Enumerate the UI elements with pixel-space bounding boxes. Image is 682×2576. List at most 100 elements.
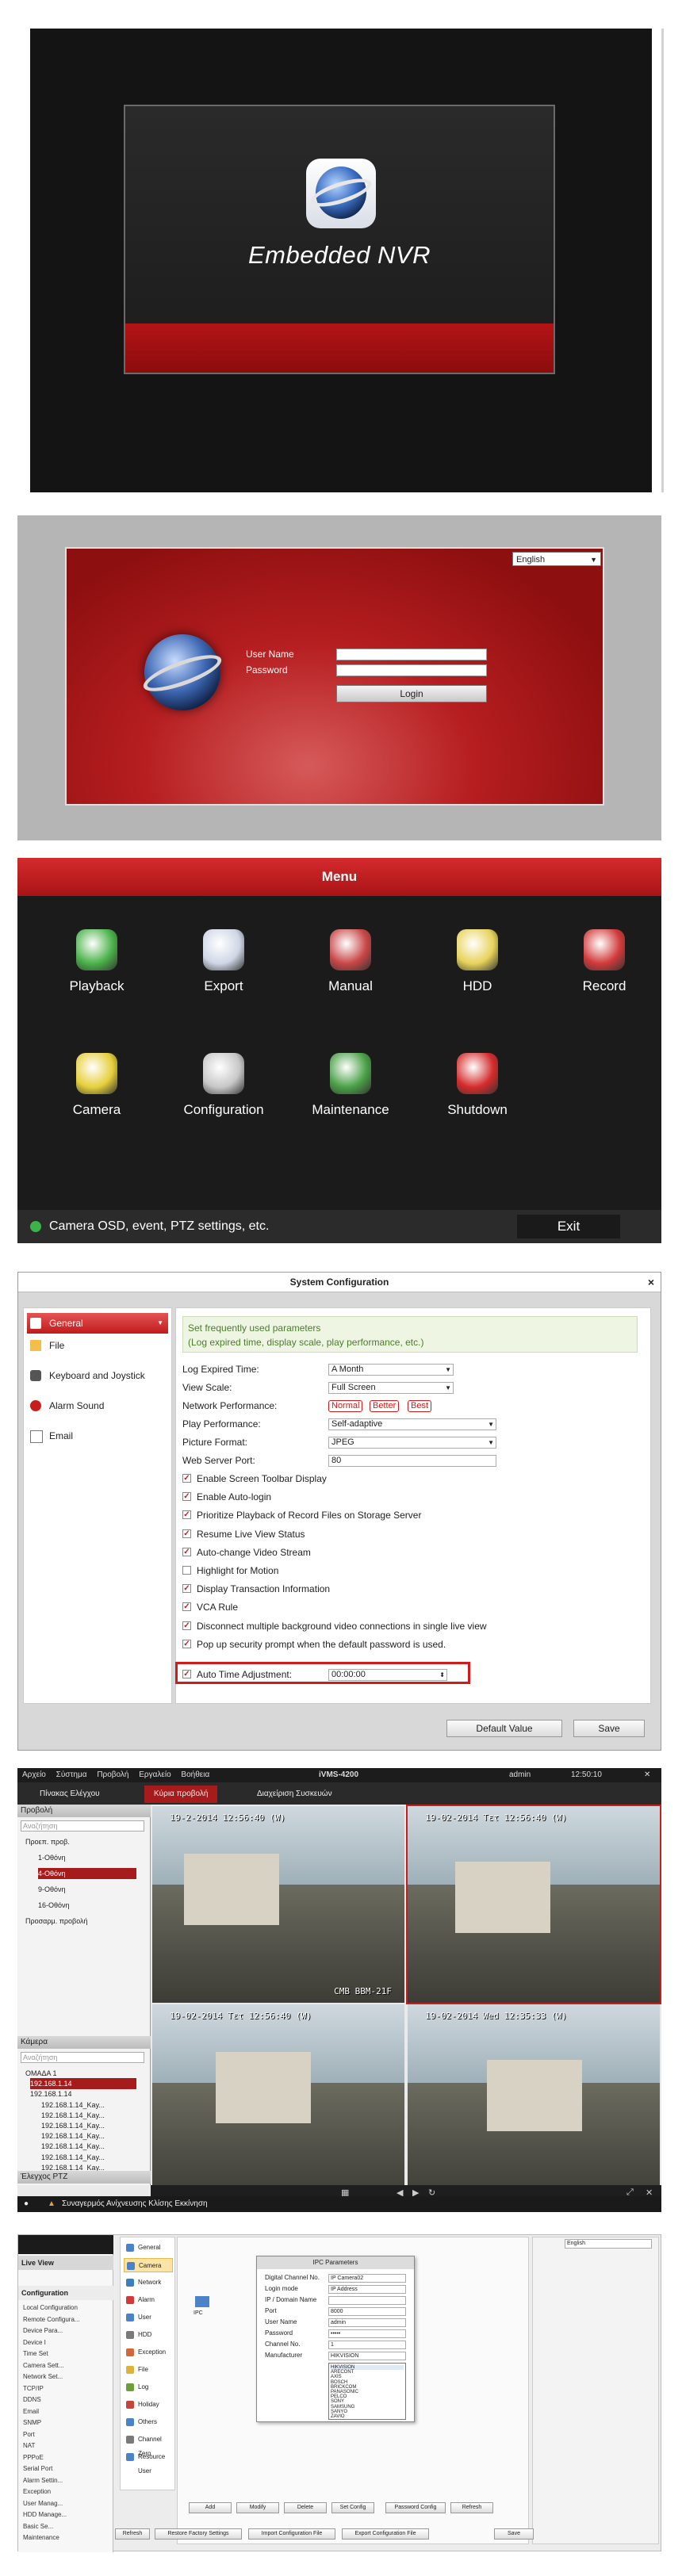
sidebar-item[interactable]: NAT bbox=[23, 2441, 35, 2450]
video-tile[interactable]: 19-02-2014 Τετ 12:56:40 (W) bbox=[406, 1805, 661, 2004]
config-action-button[interactable]: Delete bbox=[284, 2502, 327, 2513]
manufacturer-option[interactable]: BOSCH bbox=[331, 2380, 347, 2385]
config-action-button[interactable]: Modify bbox=[236, 2502, 279, 2513]
menu-item-hdd[interactable]: HDD bbox=[422, 929, 533, 1016]
manufacturer-option[interactable]: ZAVIO bbox=[331, 2414, 345, 2419]
footer-button[interactable]: Refresh bbox=[115, 2528, 150, 2540]
language-select[interactable]: English bbox=[565, 2239, 652, 2249]
sidebar-item[interactable]: Remote Configura... bbox=[23, 2315, 80, 2324]
manufacturer-option[interactable]: PANASONIC bbox=[331, 2390, 358, 2394]
menu-help[interactable]: Βοήθεια bbox=[181, 1770, 209, 1779]
camera-search-input[interactable]: Αναζήτηση bbox=[21, 2052, 144, 2063]
sidebar-item[interactable]: PPPoE bbox=[23, 2453, 44, 2462]
camera-tree-item[interactable]: 192.168.1.14_Kay... bbox=[41, 2152, 136, 2163]
network-option-normal[interactable]: Normal bbox=[328, 1400, 363, 1412]
dialog-nav-item[interactable]: File bbox=[124, 2363, 173, 2377]
menu-item-maintenance[interactable]: Maintenance bbox=[295, 1053, 406, 1140]
sidebar-item[interactable]: Serial Port bbox=[23, 2464, 52, 2473]
exit-button[interactable]: Exit bbox=[517, 1215, 620, 1238]
menu-item-playback[interactable]: Playback bbox=[41, 929, 152, 1016]
footer-button[interactable]: Export Configuration File bbox=[342, 2528, 429, 2540]
config-action-button[interactable]: Set Config bbox=[331, 2502, 374, 2513]
modal-field-input[interactable]: IP Camera02 bbox=[328, 2274, 406, 2283]
sidebar-item[interactable]: SNMP bbox=[23, 2418, 41, 2427]
view-tree-item[interactable]: 4-Οθόνη bbox=[38, 1868, 136, 1879]
modal-field-input[interactable]: 8000 bbox=[328, 2307, 406, 2316]
tab-main-view[interactable]: Κύρια προβολή bbox=[144, 1786, 218, 1803]
sidebar-item[interactable]: Device I bbox=[23, 2338, 46, 2347]
live-view-header[interactable]: Live View bbox=[18, 2256, 113, 2270]
close-icon[interactable]: ✕ bbox=[644, 1768, 650, 1782]
video-tile[interactable]: 19-2-2014 12:56:40 (W) CMB BBM-21F bbox=[152, 1806, 404, 2003]
menu-item-manual[interactable]: Manual bbox=[295, 929, 406, 1016]
camera-tree-item[interactable]: 192.168.1.14_Kay... bbox=[41, 2130, 136, 2142]
view-search-input[interactable]: Αναζήτηση bbox=[21, 1820, 144, 1832]
manufacturer-option[interactable]: BRICKCOM bbox=[331, 2385, 356, 2390]
sidebar-item[interactable]: Exception bbox=[23, 2487, 51, 2496]
sidebar-item[interactable]: Basic Se... bbox=[23, 2522, 53, 2531]
config-action-button[interactable]: Add bbox=[189, 2502, 232, 2513]
config-action-button[interactable]: Refresh bbox=[450, 2502, 493, 2513]
play-performance-select[interactable]: Self-adaptive ▼ bbox=[328, 1418, 496, 1430]
dialog-nav-item[interactable]: Resource User bbox=[124, 2450, 173, 2475]
menu-item-shutdown[interactable]: Shutdown bbox=[422, 1053, 533, 1140]
modal-field-input[interactable]: HIKVISION bbox=[328, 2352, 406, 2360]
view-tree-item[interactable]: 16-Οθόνη bbox=[38, 1900, 136, 1911]
dialog-nav-item[interactable]: Log bbox=[124, 2380, 173, 2394]
menu-item-camera[interactable]: Camera bbox=[41, 1053, 152, 1140]
sidebar-item[interactable]: Camera Sett... bbox=[23, 2361, 64, 2370]
dialog-nav-item[interactable]: Others bbox=[124, 2415, 173, 2429]
manufacturer-option[interactable]: HIKVISION bbox=[331, 2365, 404, 2370]
sidebar-item[interactable]: TCP/IP bbox=[23, 2384, 44, 2393]
nav-item-file[interactable]: File bbox=[27, 1335, 168, 1356]
manufacturer-option[interactable]: ARECONT bbox=[331, 2370, 354, 2375]
nav-item-keyboard[interactable]: Keyboard and Joystick bbox=[27, 1365, 168, 1386]
menu-item-export[interactable]: Export bbox=[168, 929, 279, 1016]
menu-tool[interactable]: Εργαλείο bbox=[139, 1770, 170, 1779]
dialog-nav-item[interactable]: General bbox=[124, 2241, 173, 2255]
video-tile[interactable]: 19-02-2014 Τετ 12:56:40 (W)CMB XBK-61S bbox=[152, 2004, 404, 2201]
sidebar-item[interactable]: DDNS bbox=[23, 2395, 41, 2404]
save-button[interactable]: Save bbox=[573, 1720, 645, 1737]
sidebar-item[interactable]: Local Configuration bbox=[23, 2303, 78, 2312]
sidebar-item[interactable]: User Manag... bbox=[23, 2499, 63, 2508]
manufacturer-option[interactable]: SAMSUNG bbox=[331, 2405, 354, 2409]
modal-field-input[interactable] bbox=[328, 2296, 406, 2305]
network-option-best[interactable]: Best bbox=[408, 1400, 432, 1412]
video-tile[interactable]: 19-02-2014 Wed 12:35:33 (W)Camera 04 bbox=[408, 2004, 660, 2201]
dialog-nav-item[interactable]: HDD bbox=[124, 2328, 173, 2342]
picture-format-select[interactable]: JPEG ▼ bbox=[328, 1437, 496, 1449]
menu-file[interactable]: Αρχείο bbox=[22, 1770, 46, 1779]
footer-button[interactable]: Restore Factory Settings bbox=[155, 2528, 242, 2540]
camera-tree-item[interactable]: 192.168.1.14 bbox=[30, 2078, 136, 2090]
close-icon[interactable]: × bbox=[648, 1273, 654, 1292]
nav-item-email[interactable]: Email bbox=[27, 1426, 168, 1446]
network-option-better[interactable]: Better bbox=[370, 1400, 400, 1412]
sidebar-item[interactable]: Alarm Settin... bbox=[23, 2476, 63, 2485]
dialog-nav-item[interactable]: Network bbox=[124, 2276, 173, 2290]
sidebar-item[interactable]: Network Set... bbox=[23, 2372, 63, 2381]
camera-tree-item[interactable]: 192.168.1.14_Kay... bbox=[41, 2120, 136, 2131]
footer-button[interactable]: Import Configuration File bbox=[248, 2528, 335, 2540]
manufacturer-dropdown-list[interactable]: HIKVISION ARECONT AXIS BOSCH BRICKCOM PANASON… bbox=[328, 2363, 406, 2420]
dialog-nav-item[interactable]: Channel Zero bbox=[124, 2432, 173, 2457]
manufacturer-option[interactable]: SANYO bbox=[331, 2409, 347, 2414]
dialog-nav-item[interactable]: Holiday bbox=[124, 2398, 173, 2412]
tab-control-panel[interactable]: Πίνακας Ελέγχου bbox=[30, 1786, 109, 1803]
camera-tree-item[interactable]: 192.168.1.14_Kay... bbox=[41, 2110, 136, 2121]
sidebar-item[interactable]: Port bbox=[23, 2430, 35, 2439]
sidebar-item[interactable]: Device Para... bbox=[23, 2326, 63, 2335]
camera-tree-item[interactable]: 192.168.1.14 bbox=[30, 2088, 136, 2099]
view-tree-item[interactable]: 1-Οθόνη bbox=[38, 1852, 136, 1863]
view-scale-select[interactable]: Full Screen ▼ bbox=[328, 1382, 454, 1394]
sidebar-item[interactable]: Time Set bbox=[23, 2349, 48, 2358]
modal-field-input[interactable]: ••••• bbox=[328, 2329, 406, 2338]
menu-system[interactable]: Σύστημα bbox=[56, 1770, 87, 1779]
sidebar-item[interactable]: Email bbox=[23, 2407, 39, 2416]
manufacturer-option[interactable]: AXIS bbox=[331, 2375, 342, 2379]
dialog-nav-item[interactable]: Alarm bbox=[124, 2293, 173, 2307]
default-value-button[interactable]: Default Value bbox=[446, 1720, 562, 1737]
manufacturer-option[interactable]: PELCO bbox=[331, 2394, 347, 2399]
menu-view[interactable]: Προβολή bbox=[97, 1770, 128, 1779]
nav-item-alarm-sound[interactable]: Alarm Sound bbox=[27, 1395, 168, 1416]
